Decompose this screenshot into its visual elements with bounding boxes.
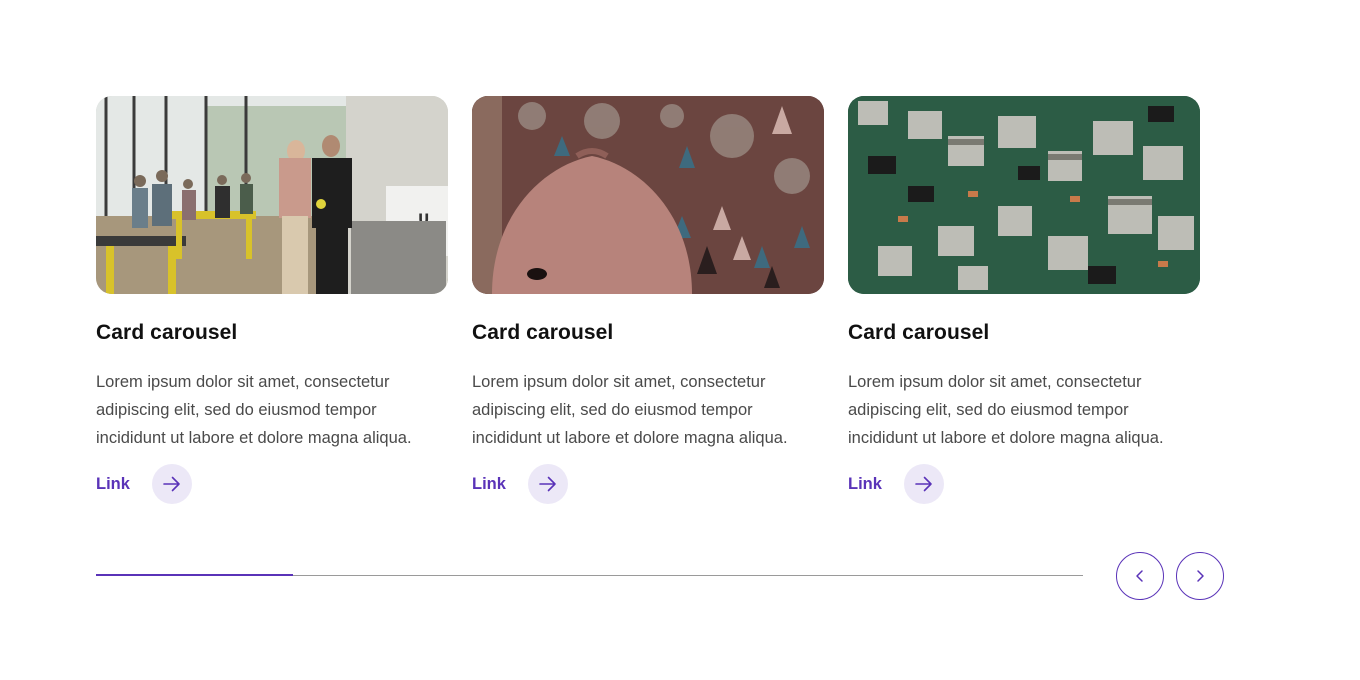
carousel-controls xyxy=(96,552,1224,600)
card-description: Lorem ipsum dolor sit amet, consectetur … xyxy=(472,373,788,447)
card-link[interactable]: Link xyxy=(848,475,882,494)
next-button[interactable] xyxy=(1176,552,1224,600)
carousel-card: Card carousel Lorem ipsum dolor sit amet… xyxy=(472,96,824,504)
progress-indicator xyxy=(96,574,294,576)
chevron-left-icon xyxy=(1136,570,1143,582)
chevron-right-icon xyxy=(1197,570,1204,582)
card-image-pottery xyxy=(472,96,824,294)
card-link-row: Link xyxy=(848,464,1200,504)
carousel-card: Card carousel Lorem ipsum dolor sit amet… xyxy=(848,96,1200,504)
card-title: Card carousel xyxy=(472,321,614,344)
card-list: U Card carousel Lorem ipsum dolor sit am… xyxy=(96,96,1236,504)
card-link-row: Link xyxy=(472,464,824,504)
card-description: Lorem ipsum dolor sit amet, consectetur … xyxy=(848,373,1164,447)
card-image-circuit-board xyxy=(848,96,1200,294)
card-link-row: Link xyxy=(96,464,448,504)
card-link[interactable]: Link xyxy=(472,475,506,494)
card-title: Card carousel xyxy=(848,321,990,344)
previous-button[interactable] xyxy=(1116,552,1164,600)
carousel-card: U Card carousel Lorem ipsum dolor sit am… xyxy=(96,96,448,504)
card-link[interactable]: Link xyxy=(96,475,130,494)
arrow-right-icon[interactable] xyxy=(903,464,944,504)
card-image-makerspace: U xyxy=(96,96,448,294)
card-carousel: U Card carousel Lorem ipsum dolor sit am… xyxy=(96,96,1236,504)
arrow-right-icon[interactable] xyxy=(527,464,568,504)
arrow-right-icon[interactable] xyxy=(151,464,192,504)
card-title: Card carousel xyxy=(96,321,238,344)
card-description: Lorem ipsum dolor sit amet, consectetur … xyxy=(96,373,412,447)
